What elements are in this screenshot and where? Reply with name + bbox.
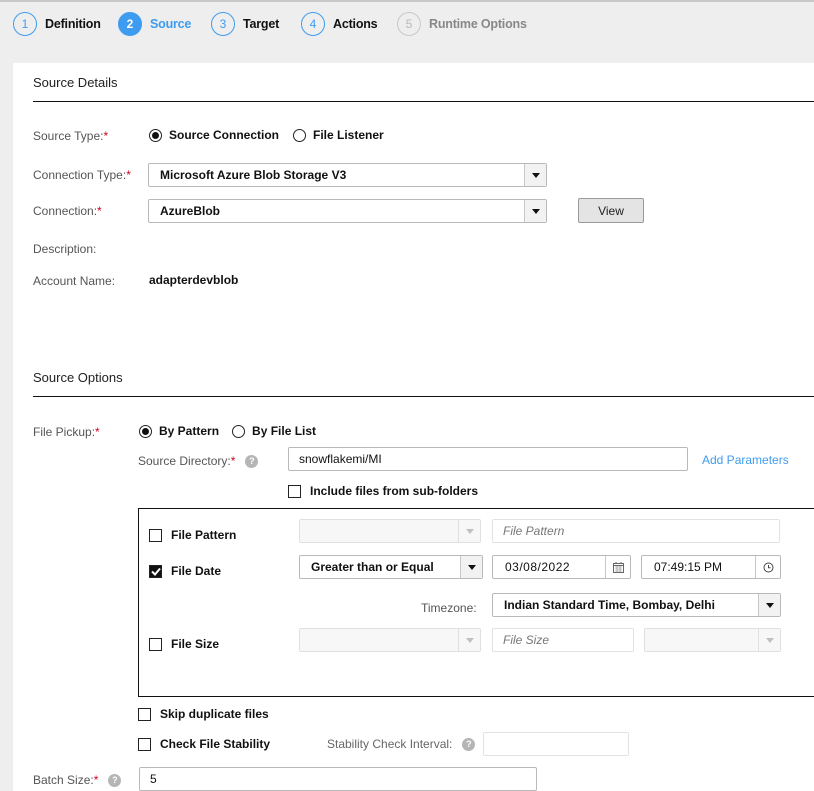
- file-pattern-checkbox[interactable]: File Pattern: [149, 528, 236, 542]
- wizard-steps: 1 Definition 2 Source 3 Target 4 Actions…: [0, 0, 814, 50]
- step-label: Runtime Options: [429, 17, 527, 31]
- file-pickup-label: File Pickup:*: [33, 425, 100, 439]
- skip-duplicates-checkbox[interactable]: Skip duplicate files: [138, 707, 269, 721]
- connection-type-select[interactable]: Microsoft Azure Blob Storage V3: [148, 163, 547, 187]
- radio-file-listener[interactable]: File Listener: [293, 128, 384, 142]
- source-directory-label: Source Directory: * ?: [138, 454, 259, 468]
- file-filter-box: File Pattern File Pattern File Date Grea…: [138, 508, 814, 697]
- source-type-radio-group: Source Connection File Listener: [149, 128, 384, 142]
- checkbox-icon: [288, 484, 301, 498]
- file-size-operator-select[interactable]: [299, 628, 481, 652]
- help-icon[interactable]: ?: [108, 773, 122, 787]
- chevron-down-icon: [758, 629, 780, 651]
- checkbox-icon: [149, 528, 162, 542]
- connection-label: Connection:*: [33, 204, 102, 218]
- step-actions[interactable]: 4 Actions: [301, 12, 378, 36]
- radio-by-pattern[interactable]: By Pattern: [139, 424, 219, 438]
- file-date-checkbox[interactable]: File Date: [149, 564, 221, 578]
- help-icon[interactable]: ?: [462, 737, 476, 751]
- step-number: 1: [13, 12, 37, 36]
- step-number: 4: [301, 12, 325, 36]
- radio-unselected-icon: [232, 424, 246, 438]
- step-number: 2: [118, 12, 142, 36]
- section-divider: [33, 396, 814, 397]
- chevron-down-icon[interactable]: [524, 164, 546, 186]
- file-size-input[interactable]: File Size: [492, 628, 634, 652]
- view-connection-button[interactable]: View: [578, 198, 644, 223]
- file-pattern-operator-select[interactable]: [299, 519, 481, 543]
- section-divider: [33, 101, 814, 102]
- clock-icon[interactable]: [755, 556, 780, 578]
- source-options-title: Source Options: [33, 370, 123, 385]
- step-label: Source: [150, 17, 192, 31]
- step-label: Target: [243, 17, 280, 31]
- chevron-down-icon: [458, 520, 480, 542]
- batch-size-input[interactable]: 5: [139, 767, 537, 791]
- batch-size-label: Batch Size: * ?: [33, 773, 122, 787]
- account-name-value: adapterdevblob: [149, 273, 239, 287]
- file-size-unit-select[interactable]: [644, 628, 781, 652]
- timezone-select[interactable]: Indian Standard Time, Bombay, Delhi: [492, 593, 781, 617]
- chevron-down-icon[interactable]: [460, 556, 482, 578]
- stability-interval-label: Stability Check Interval: ?: [327, 737, 476, 751]
- file-date-input[interactable]: 03/08/2022: [492, 555, 631, 579]
- step-runtime-options[interactable]: 5 Runtime Options: [397, 12, 527, 36]
- chevron-down-icon[interactable]: [524, 200, 546, 222]
- add-parameters-link[interactable]: Add Parameters: [702, 453, 789, 467]
- radio-selected-icon: [149, 128, 162, 142]
- radio-unselected-icon: [293, 128, 307, 142]
- step-definition[interactable]: 1 Definition: [13, 12, 101, 36]
- radio-source-connection[interactable]: Source Connection: [149, 128, 279, 142]
- source-panel: Source Details Source Type:* Source Conn…: [13, 63, 814, 791]
- checkbox-icon: [138, 737, 151, 751]
- step-number: 5: [397, 12, 421, 36]
- help-icon[interactable]: ?: [245, 454, 259, 468]
- connection-select[interactable]: AzureBlob: [148, 199, 547, 223]
- calendar-icon[interactable]: [605, 556, 630, 578]
- file-pattern-input[interactable]: File Pattern: [492, 519, 780, 543]
- source-directory-input[interactable]: snowflakemi/MI: [288, 447, 688, 471]
- radio-by-file-list[interactable]: By File List: [232, 424, 316, 438]
- file-date-operator-select[interactable]: Greater than or Equal: [299, 555, 483, 579]
- file-size-checkbox[interactable]: File Size: [149, 637, 219, 651]
- chevron-down-icon: [458, 629, 480, 651]
- connection-type-label: Connection Type:*: [33, 168, 131, 182]
- step-label: Actions: [333, 17, 378, 31]
- checkbox-icon: [149, 637, 162, 651]
- step-label: Definition: [45, 17, 101, 31]
- include-subfolders-checkbox[interactable]: Include files from sub-folders: [288, 484, 478, 498]
- file-time-input[interactable]: 07:49:15 PM: [641, 555, 781, 579]
- checkbox-checked-icon: [149, 564, 162, 578]
- timezone-label: Timezone:: [421, 601, 477, 615]
- chevron-down-icon[interactable]: [758, 594, 780, 616]
- account-name-label: Account Name:: [33, 274, 116, 288]
- source-details-title: Source Details: [33, 75, 118, 90]
- step-number: 3: [211, 12, 235, 36]
- description-label: Description:: [33, 242, 97, 256]
- step-target[interactable]: 3 Target: [211, 12, 279, 36]
- checkbox-icon: [138, 707, 151, 721]
- source-type-label: Source Type:*: [33, 129, 109, 143]
- file-pickup-radio-group: By Pattern By File List: [139, 424, 316, 438]
- step-source[interactable]: 2 Source: [118, 12, 191, 36]
- stability-interval-input[interactable]: [483, 732, 629, 756]
- radio-selected-icon: [139, 424, 152, 438]
- check-file-stability-checkbox[interactable]: Check File Stability: [138, 737, 270, 751]
